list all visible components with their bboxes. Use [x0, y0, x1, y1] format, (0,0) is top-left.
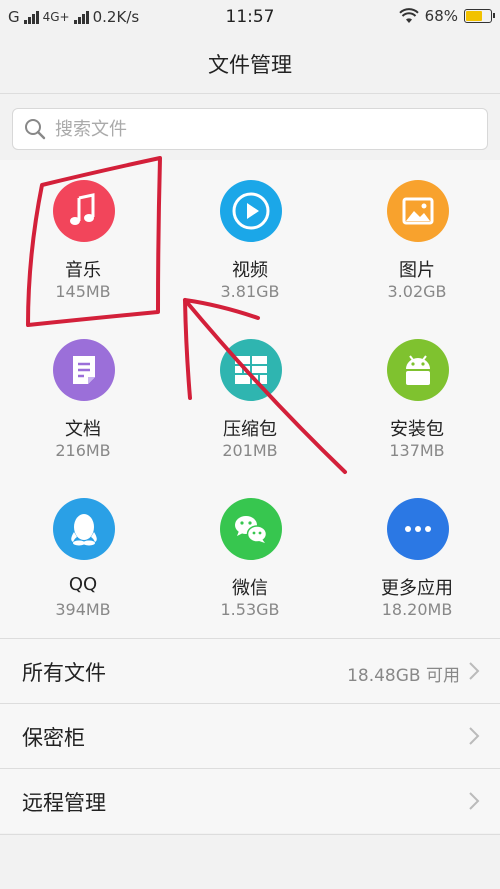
row-remote-manage[interactable]: 远程管理 — [0, 768, 500, 833]
category-name: 更多应用 — [381, 578, 453, 599]
category-size: 18.20MB — [381, 600, 453, 619]
category-name: 视频 — [232, 260, 268, 281]
status-right: 68% — [398, 7, 495, 25]
category-more-apps[interactable]: 更多应用 18.20MB — [334, 478, 500, 638]
category-size: 201MB — [222, 441, 278, 460]
battery-percent: 68% — [424, 7, 458, 25]
video-icon — [220, 180, 282, 242]
category-size: 216MB — [55, 441, 111, 460]
category-name: QQ — [68, 574, 98, 595]
category-name: 压缩包 — [223, 419, 277, 440]
image-icon — [387, 180, 449, 242]
category-document[interactable]: 文档 216MB — [0, 319, 166, 479]
archive-icon — [220, 339, 282, 401]
more-icon — [387, 498, 449, 560]
category-music[interactable]: 音乐 145MB — [0, 160, 166, 320]
row-label: 远程管理 — [22, 791, 106, 815]
wechat-icon — [220, 498, 282, 560]
category-grid: 音乐 145MB 视频 3.81GB 图片 3.02GB 文档 216MB 压缩… — [0, 160, 500, 638]
category-size: 3.02GB — [387, 282, 447, 301]
category-size: 137MB — [389, 441, 445, 460]
category-size: 3.81GB — [220, 282, 280, 301]
search-input[interactable] — [55, 118, 455, 140]
row-safe-box[interactable]: 保密柜 — [0, 703, 500, 768]
category-wechat[interactable]: 微信 1.53GB — [167, 478, 333, 638]
category-image[interactable]: 图片 3.02GB — [334, 160, 500, 320]
android-icon — [387, 339, 449, 401]
search-box[interactable] — [12, 108, 488, 150]
category-size: 394MB — [55, 600, 111, 619]
wifi-icon — [398, 8, 419, 23]
status-bar: G 4G+ 0.2K/s 11:57 68% — [0, 0, 500, 36]
category-name: 文档 — [65, 419, 101, 440]
bottom-area — [0, 834, 500, 889]
menu-list: 所有文件 18.48GB 可用 保密柜 远程管理 — [0, 638, 500, 833]
row-all-files[interactable]: 所有文件 18.48GB 可用 — [0, 638, 500, 703]
category-apk[interactable]: 安装包 137MB — [334, 319, 500, 479]
category-size: 145MB — [55, 282, 111, 301]
chevron-right-icon — [469, 727, 480, 745]
category-name: 微信 — [232, 578, 268, 599]
search-icon — [25, 119, 46, 140]
battery-icon — [464, 9, 495, 23]
category-name: 图片 — [399, 260, 435, 281]
category-archive[interactable]: 压缩包 201MB — [167, 319, 333, 479]
category-name: 音乐 — [65, 260, 101, 281]
row-label: 保密柜 — [22, 726, 85, 750]
battery-level — [466, 11, 483, 21]
page-title: 文件管理 — [0, 36, 500, 94]
document-icon — [53, 339, 115, 401]
category-video[interactable]: 视频 3.81GB — [167, 160, 333, 320]
category-name: 安装包 — [390, 419, 444, 440]
category-qq[interactable]: QQ 394MB — [0, 478, 166, 638]
free-space: 18.48GB 可用 — [347, 666, 460, 686]
music-icon — [53, 180, 115, 242]
chevron-right-icon — [469, 792, 480, 810]
row-label: 所有文件 — [22, 661, 106, 685]
category-size: 1.53GB — [220, 600, 280, 619]
chevron-right-icon — [469, 662, 480, 680]
qq-icon — [53, 498, 115, 560]
